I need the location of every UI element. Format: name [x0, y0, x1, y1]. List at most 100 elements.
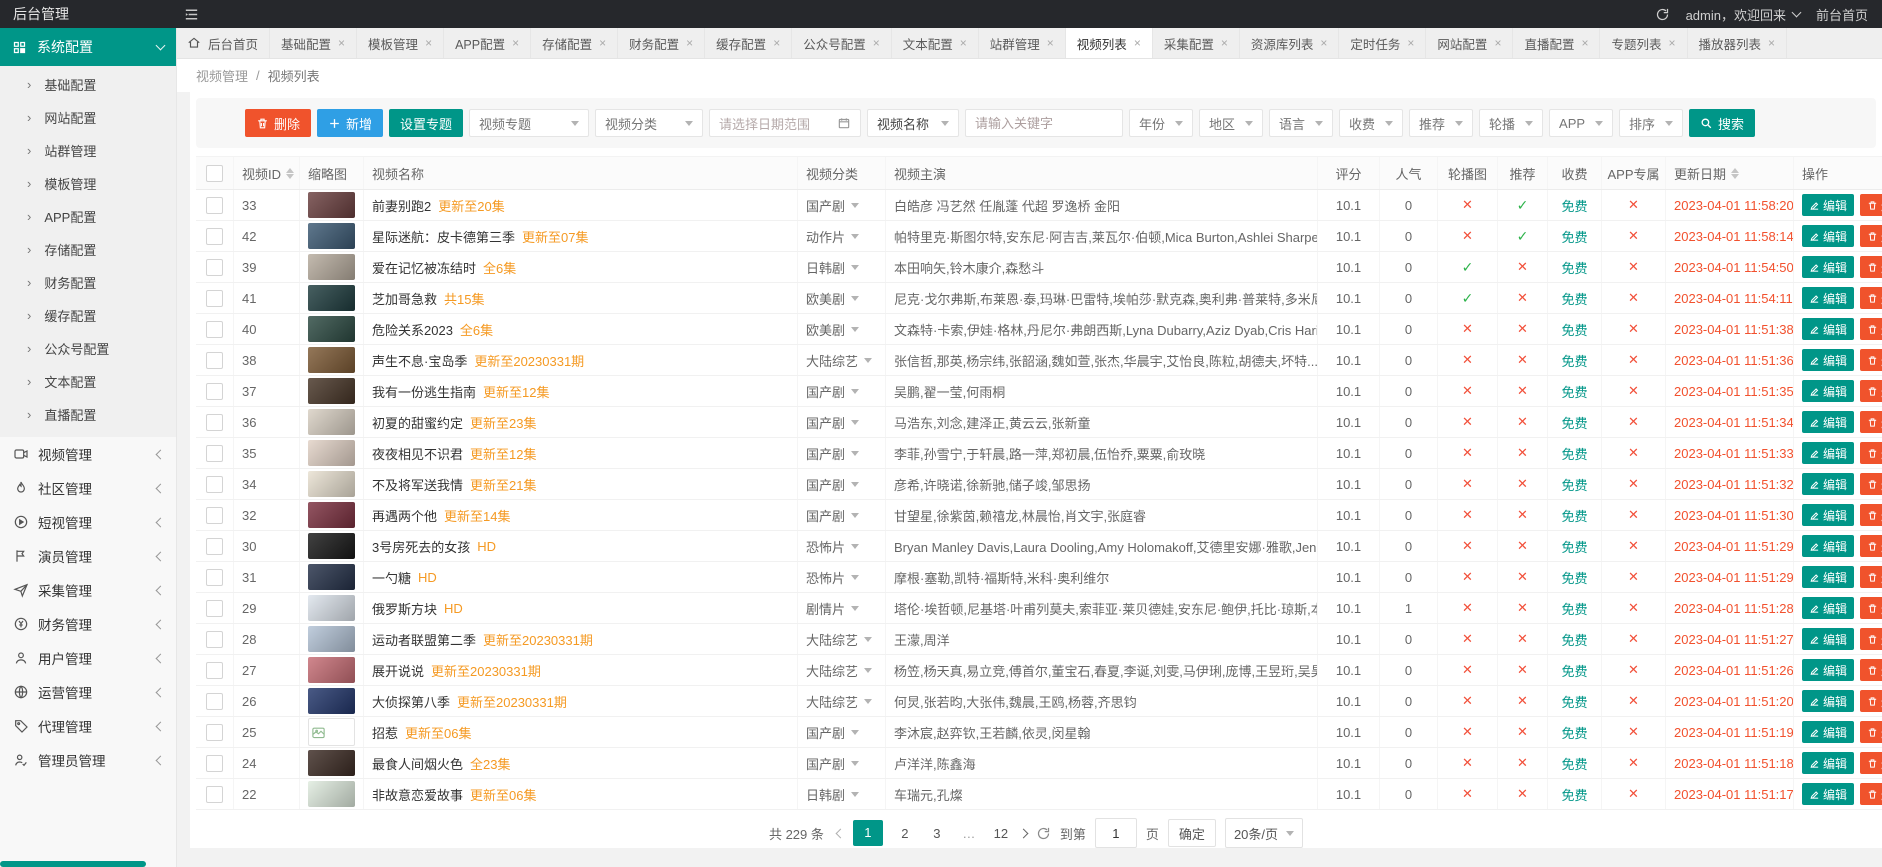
- tab-0[interactable]: 后台首页: [176, 28, 270, 58]
- row-checkbox[interactable]: [206, 724, 223, 741]
- category-select[interactable]: 剧情片: [798, 593, 886, 623]
- close-icon[interactable]: ×: [1669, 37, 1676, 49]
- row-checkbox[interactable]: [206, 414, 223, 431]
- row-checkbox[interactable]: [206, 538, 223, 555]
- tab-17[interactable]: 播放器列表×: [1688, 28, 1788, 58]
- carousel-toggle[interactable]: ✕: [1438, 717, 1498, 747]
- filter-select-收费[interactable]: 收费: [1339, 109, 1403, 137]
- row-delete-button[interactable]: 删除: [1860, 411, 1882, 433]
- carousel-toggle[interactable]: ✕: [1438, 376, 1498, 406]
- page-button-12[interactable]: 12: [991, 826, 1011, 841]
- sidebar-module-9[interactable]: 管理员管理: [0, 743, 176, 777]
- tab-10[interactable]: 视频列表×: [1066, 28, 1153, 58]
- keyword-input[interactable]: [965, 109, 1123, 137]
- row-edit-button[interactable]: 编辑: [1802, 411, 1854, 433]
- close-icon[interactable]: ×: [1221, 37, 1228, 49]
- row-edit-button[interactable]: 编辑: [1802, 318, 1854, 340]
- app-exclusive-toggle[interactable]: ✕: [1602, 686, 1666, 716]
- tab-12[interactable]: 资源库列表×: [1240, 28, 1340, 58]
- app-exclusive-toggle[interactable]: ✕: [1602, 469, 1666, 499]
- frontend-home-link[interactable]: 前台首页: [1816, 5, 1868, 24]
- carousel-toggle[interactable]: ✕: [1438, 500, 1498, 530]
- recommend-toggle[interactable]: ✕: [1498, 407, 1548, 437]
- recommend-toggle[interactable]: ✕: [1498, 345, 1548, 375]
- sidebar-module-4[interactable]: 采集管理: [0, 573, 176, 607]
- column-header[interactable]: 视频ID: [234, 157, 300, 189]
- row-checkbox[interactable]: [206, 445, 223, 462]
- category-select[interactable]: 大陆综艺: [798, 686, 886, 716]
- filter-select-APP[interactable]: APP: [1549, 109, 1613, 137]
- recommend-toggle[interactable]: ✕: [1498, 748, 1548, 778]
- row-delete-button[interactable]: 删除: [1860, 597, 1882, 619]
- row-edit-button[interactable]: 编辑: [1802, 442, 1854, 464]
- close-icon[interactable]: ×: [338, 37, 345, 49]
- sidebar-subitem-7[interactable]: ›缓存配置: [0, 299, 176, 332]
- row-checkbox[interactable]: [206, 507, 223, 524]
- carousel-toggle[interactable]: ✕: [1438, 748, 1498, 778]
- category-select[interactable]: 国产剧: [798, 717, 886, 747]
- carousel-toggle[interactable]: ✕: [1438, 407, 1498, 437]
- filter-select-视频专题[interactable]: 视频专题: [469, 109, 589, 137]
- carousel-toggle[interactable]: ✕: [1438, 190, 1498, 220]
- row-checkbox[interactable]: [206, 755, 223, 772]
- row-delete-button[interactable]: 删除: [1860, 225, 1882, 247]
- close-icon[interactable]: ×: [425, 37, 432, 49]
- tab-9[interactable]: 站群管理×: [979, 28, 1066, 58]
- category-select[interactable]: 大陆综艺: [798, 624, 886, 654]
- carousel-toggle[interactable]: ✕: [1438, 531, 1498, 561]
- row-edit-button[interactable]: 编辑: [1802, 566, 1854, 588]
- row-edit-button[interactable]: 编辑: [1802, 287, 1854, 309]
- pagination-refresh-icon[interactable]: [1036, 826, 1051, 841]
- app-exclusive-toggle[interactable]: ✕: [1602, 376, 1666, 406]
- app-exclusive-toggle[interactable]: ✕: [1602, 438, 1666, 468]
- recommend-toggle[interactable]: ✕: [1498, 717, 1548, 747]
- row-checkbox[interactable]: [206, 693, 223, 710]
- carousel-toggle[interactable]: ✕: [1438, 655, 1498, 685]
- recommend-toggle[interactable]: ✕: [1498, 593, 1548, 623]
- sidebar-module-0[interactable]: 视频管理: [0, 437, 176, 471]
- row-checkbox[interactable]: [206, 197, 223, 214]
- row-edit-button[interactable]: 编辑: [1802, 783, 1854, 805]
- row-checkbox[interactable]: [206, 662, 223, 679]
- row-edit-button[interactable]: 编辑: [1802, 194, 1854, 216]
- category-select[interactable]: 国产剧: [798, 190, 886, 220]
- app-exclusive-toggle[interactable]: ✕: [1602, 252, 1666, 282]
- row-checkbox[interactable]: [206, 569, 223, 586]
- filter-select-年份[interactable]: 年份: [1129, 109, 1193, 137]
- row-checkbox[interactable]: [206, 786, 223, 803]
- filter-select-轮播[interactable]: 轮播: [1479, 109, 1543, 137]
- row-edit-button[interactable]: 编辑: [1802, 225, 1854, 247]
- category-select[interactable]: 国产剧: [798, 376, 886, 406]
- breadcrumb-parent[interactable]: 视频管理: [196, 66, 248, 85]
- recommend-toggle[interactable]: ✓: [1498, 190, 1548, 220]
- row-edit-button[interactable]: 编辑: [1802, 690, 1854, 712]
- row-delete-button[interactable]: 删除: [1860, 349, 1882, 371]
- carousel-toggle[interactable]: ✓: [1438, 283, 1498, 313]
- tab-15[interactable]: 直播配置×: [1513, 28, 1600, 58]
- sidebar-subitem-3[interactable]: ›模板管理: [0, 167, 176, 200]
- app-exclusive-toggle[interactable]: ✕: [1602, 283, 1666, 313]
- close-icon[interactable]: ×: [686, 37, 693, 49]
- row-checkbox[interactable]: [206, 383, 223, 400]
- recommend-toggle[interactable]: ✕: [1498, 531, 1548, 561]
- page-button-2[interactable]: 2: [895, 826, 915, 841]
- row-edit-button[interactable]: 编辑: [1802, 535, 1854, 557]
- category-select[interactable]: 欧美剧: [798, 314, 886, 344]
- filter-select-排序[interactable]: 排序: [1619, 109, 1683, 137]
- set-topic-button[interactable]: 设置专题: [389, 109, 463, 137]
- close-icon[interactable]: ×: [1134, 37, 1141, 49]
- row-delete-button[interactable]: 删除: [1860, 318, 1882, 340]
- close-icon[interactable]: ×: [960, 37, 967, 49]
- row-delete-button[interactable]: 删除: [1860, 690, 1882, 712]
- row-delete-button[interactable]: 删除: [1860, 535, 1882, 557]
- sidebar-subitem-4[interactable]: ›APP配置: [0, 200, 176, 233]
- sidebar-subitem-9[interactable]: ›文本配置: [0, 365, 176, 398]
- tab-1[interactable]: 基础配置×: [270, 28, 357, 58]
- category-select[interactable]: 恐怖片: [798, 531, 886, 561]
- tab-16[interactable]: 专题列表×: [1600, 28, 1687, 58]
- page-size-select[interactable]: 20条/页: [1225, 818, 1303, 848]
- app-exclusive-toggle[interactable]: ✕: [1602, 190, 1666, 220]
- app-exclusive-toggle[interactable]: ✕: [1602, 407, 1666, 437]
- app-exclusive-toggle[interactable]: ✕: [1602, 531, 1666, 561]
- app-exclusive-toggle[interactable]: ✕: [1602, 500, 1666, 530]
